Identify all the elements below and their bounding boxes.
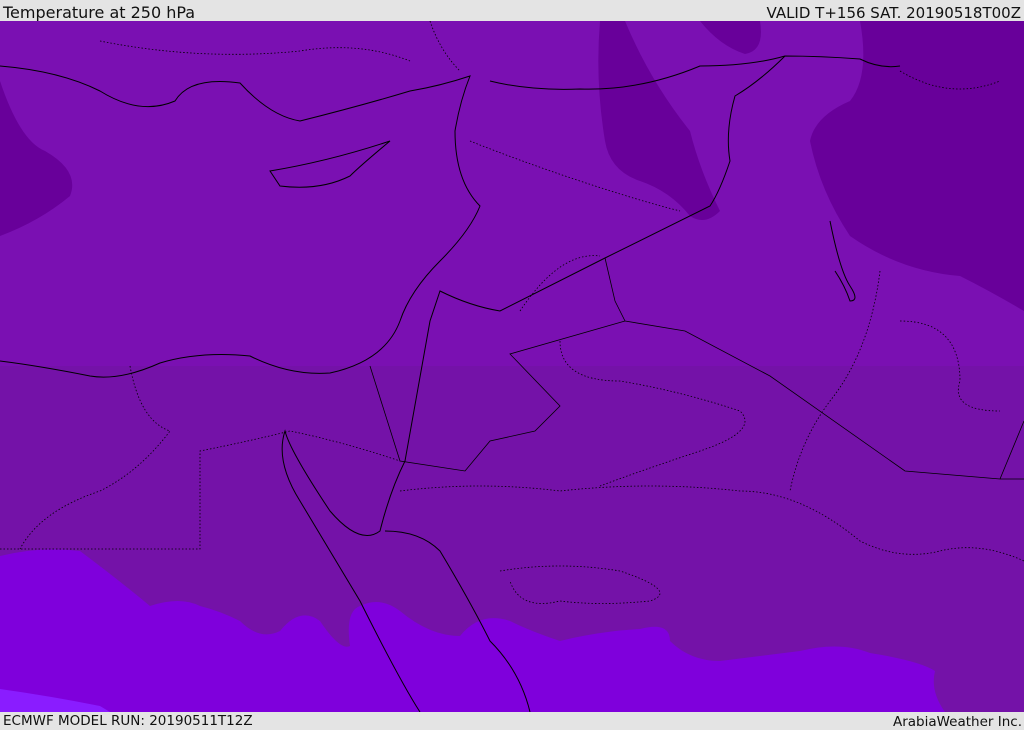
header-bar: Temperature at 250 hPa VALID T+156 SAT. … [0,0,1024,21]
valid-time: VALID T+156 SAT. 20190518T00Z [766,4,1021,22]
credit: ArabiaWeather Inc. [892,714,1022,730]
footer-bar: ECMWF MODEL RUN: 20190511T12Z ArabiaWeat… [0,712,1024,730]
temperature-map[interactable] [0,21,1024,712]
model-run: ECMWF MODEL RUN: 20190511T12Z [3,713,253,729]
map-title: Temperature at 250 hPa [3,3,196,22]
